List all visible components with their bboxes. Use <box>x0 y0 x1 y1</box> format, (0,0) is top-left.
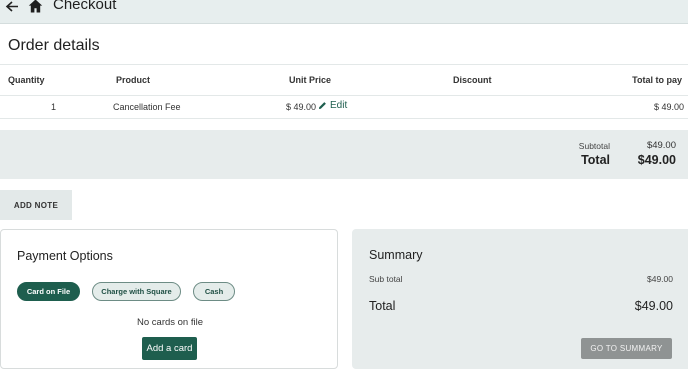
summary-total-value: $49.00 <box>634 299 673 313</box>
summary-panel: Summary Sub total $49.00 Total $49.00 GO… <box>352 229 688 369</box>
add-card-button[interactable]: Add a card <box>142 337 197 360</box>
edit-label: Edit <box>330 100 348 111</box>
row-total: $ 49.00 <box>653 102 684 112</box>
subtotal-label: Subtotal <box>578 141 610 151</box>
divider <box>0 118 688 119</box>
arrow-left-icon[interactable] <box>4 0 20 14</box>
home-icon[interactable] <box>28 0 43 13</box>
column-header-product: Product <box>116 75 151 85</box>
column-header-total: Total to pay <box>632 75 682 85</box>
total-label: Total <box>581 153 610 167</box>
pencil-icon <box>319 102 326 109</box>
divider <box>0 64 688 65</box>
row-unit-price: $ 49.00 <box>286 102 317 112</box>
go-to-summary-button[interactable]: GO TO SUMMARY <box>581 338 672 359</box>
payment-option-card-on-file[interactable]: Card on File <box>17 282 80 301</box>
row-product: Cancellation Fee <box>113 102 181 112</box>
summary-title: Summary <box>369 248 423 262</box>
subtotal-value: $49.00 <box>646 140 676 151</box>
divider <box>0 95 688 96</box>
order-totals: Subtotal $49.00 Total $49.00 <box>0 130 688 179</box>
page-title: Checkout <box>53 0 117 13</box>
summary-subtotal-value: $49.00 <box>647 274 673 284</box>
column-header-quantity: Quantity <box>8 75 45 85</box>
order-details-title: Order details <box>8 37 100 54</box>
empty-cards-message: No cards on file <box>137 317 204 328</box>
add-note-button[interactable]: ADD NOTE <box>0 190 72 220</box>
column-header-unit-price: Unit Price <box>289 75 332 85</box>
row-quantity: 1 <box>51 102 57 112</box>
payment-options-title: Payment Options <box>17 249 113 263</box>
top-bar: Checkout <box>0 0 688 24</box>
column-header-discount: Discount <box>453 75 492 85</box>
payment-options-panel: Payment Options Card on File Charge with… <box>0 229 338 369</box>
total-value: $49.00 <box>637 153 676 167</box>
edit-price-link[interactable]: Edit <box>318 100 347 111</box>
summary-subtotal-label: Sub total <box>369 274 403 284</box>
payment-option-cash[interactable]: Cash <box>193 282 235 301</box>
payment-option-charge-with-square[interactable]: Charge with Square <box>92 282 181 301</box>
summary-total-label: Total <box>369 299 396 313</box>
